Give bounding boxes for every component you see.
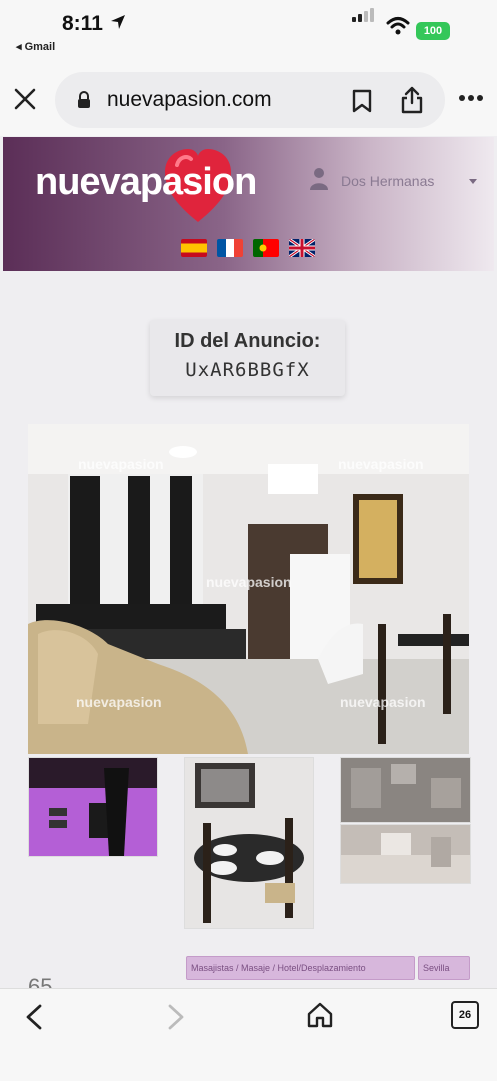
price-text: 65 <box>28 974 53 988</box>
user-icon <box>310 168 328 190</box>
location-name: Dos Hermanas <box>341 173 435 189</box>
bookmark-icon[interactable] <box>351 89 373 113</box>
browser-toolbar: 26 <box>0 988 497 1081</box>
location-arrow-icon <box>111 15 125 29</box>
share-icon[interactable] <box>400 86 424 114</box>
close-icon[interactable] <box>12 86 38 112</box>
watermark: nuevapasion <box>76 694 162 710</box>
thumbnail-photo[interactable] <box>340 824 471 884</box>
battery-indicator: 100 <box>416 22 450 40</box>
site-header: nuevapasion Dos Hermanas <box>3 137 494 271</box>
watermark: nuevapasion <box>206 574 292 590</box>
flag-pt-icon[interactable] <box>253 239 279 257</box>
city-tag[interactable]: Sevilla <box>418 956 470 980</box>
site-logo[interactable]: nuevapasion <box>35 147 265 225</box>
main-photo[interactable]: nuevapasion nuevapasion nuevapasion nuev… <box>28 424 469 754</box>
category-tag[interactable]: Masajistas / Masaje / Hotel/Desplazamien… <box>186 956 415 980</box>
thumbnail-photo[interactable] <box>340 757 471 823</box>
listing-id-card: ID del Anuncio: UxAR6BBGfX <box>150 320 345 396</box>
status-bar: 8:11 ◂ Gmail 100 <box>0 0 497 58</box>
home-icon[interactable] <box>306 1001 334 1029</box>
url-text: nuevapasion.com <box>107 88 272 111</box>
listing-id-value: UxAR6BBGfX <box>185 359 310 381</box>
watermark: nuevapasion <box>78 456 164 472</box>
listing-id-label: ID del Anuncio: <box>174 330 321 352</box>
forward-icon[interactable] <box>166 1003 186 1031</box>
more-icon[interactable] <box>458 94 484 102</box>
thumbnail-photo[interactable] <box>28 757 158 857</box>
watermark: nuevapasion <box>338 456 424 472</box>
thumbnail-photo[interactable] <box>184 757 314 929</box>
lock-icon <box>78 91 90 108</box>
watermark: nuevapasion <box>340 694 426 710</box>
back-to-app-link[interactable]: ◂ Gmail <box>16 40 55 53</box>
back-icon[interactable] <box>24 1003 44 1031</box>
url-field[interactable]: nuevapasion.com <box>55 72 445 128</box>
logo-text: nuevapasion <box>35 161 257 203</box>
wifi-icon <box>386 17 410 35</box>
chevron-down-icon <box>469 179 477 184</box>
user-menu[interactable]: Dos Hermanas <box>309 167 489 197</box>
flag-fr-icon[interactable] <box>217 239 243 257</box>
flag-en-icon[interactable] <box>289 239 315 257</box>
tabs-icon[interactable]: 26 <box>451 1001 479 1029</box>
browser-address-bar: nuevapasion.com <box>0 58 497 136</box>
status-time: 8:11 <box>62 12 103 35</box>
flag-es-icon[interactable] <box>181 239 207 257</box>
